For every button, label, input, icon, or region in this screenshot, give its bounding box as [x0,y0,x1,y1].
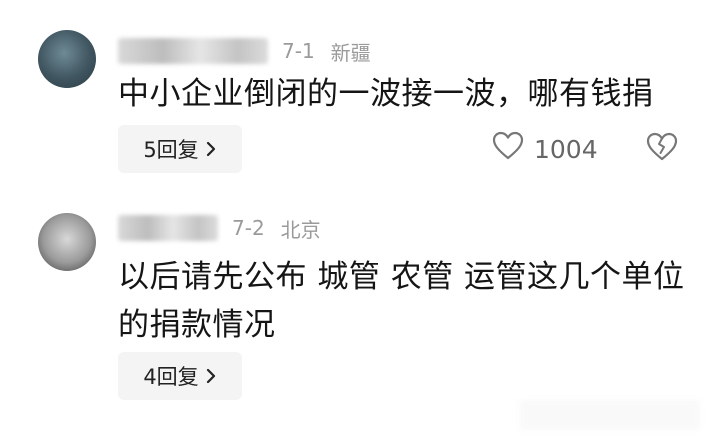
view-replies-button[interactable]: 5回复 [118,125,242,173]
comment-meta: 7-1 新疆 [118,36,371,66]
comment-date: 7-1 [282,39,315,63]
dislike-button[interactable] [646,132,678,166]
view-replies-button[interactable]: 4回复 [118,352,242,400]
comment-item: 7-1 新疆 中小企业倒闭的一波接一波，哪有钱捐 5回复 1004 [0,0,720,200]
like-button[interactable]: 1004 [492,130,598,168]
comment-text: 以后请先公布 城管 农管 运管这几个单位的捐款情况 [118,259,685,343]
comment-text: 中小企业倒闭的一波接一波，哪有钱捐 [118,76,654,112]
blurred-username[interactable] [118,38,268,64]
broken-heart-icon [646,132,678,166]
comment-location: 新疆 [330,40,371,65]
comment-location: 北京 [280,217,321,242]
like-count: 1004 [534,134,598,164]
comment-date: 7-2 [232,216,265,240]
chevron-right-icon [205,368,217,384]
avatar[interactable] [38,30,96,88]
chevron-right-icon [205,141,217,157]
watermark [520,400,700,430]
reply-count-label: 5回复 [143,138,199,162]
reply-count-label: 4回复 [143,365,199,389]
blurred-username[interactable] [118,215,218,241]
heart-icon [492,131,534,167]
comment-meta: 7-2 北京 [118,213,321,243]
avatar[interactable] [38,213,96,271]
